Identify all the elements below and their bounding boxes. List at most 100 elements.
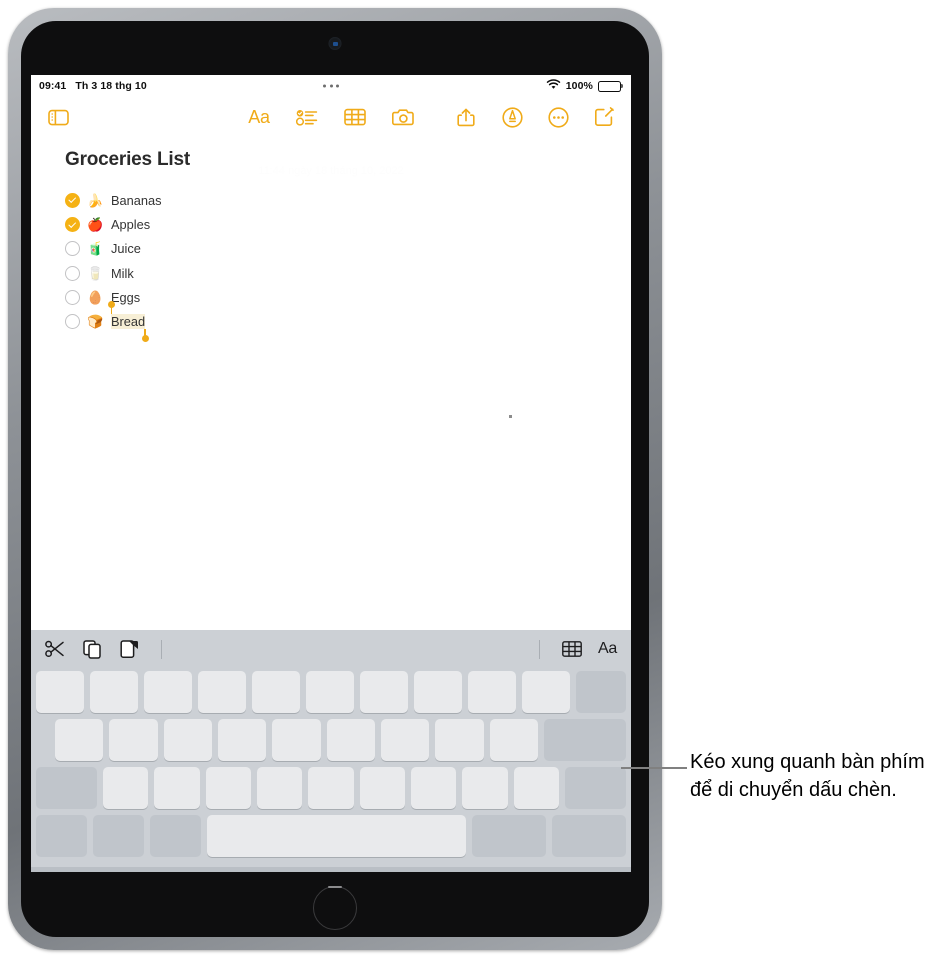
sidebar-toggle-icon[interactable] [43, 102, 73, 132]
markup-pen-icon[interactable] [497, 102, 527, 132]
key[interactable] [143, 671, 192, 713]
battery-icon [598, 80, 621, 92]
key[interactable] [36, 671, 84, 713]
key[interactable] [272, 719, 321, 761]
shortcut-bar-right-group: Aa [562, 641, 617, 657]
list-item[interactable]: 🍞 Bread [65, 300, 631, 342]
keyboard-bottom-bar [31, 867, 631, 872]
key[interactable] [305, 671, 354, 713]
keyboard-row-2 [36, 719, 626, 761]
selection-end-handle[interactable] [142, 334, 150, 342]
ipad-device-frame: 09:41 Th 3 18 thg 10 100% Aa 11:44 ngày … [8, 8, 662, 950]
juice-emoji-icon: 🧃 [87, 241, 104, 257]
note-content-area[interactable]: 11:44 ngày 18 tháng 10, 2022 Groceries L… [31, 137, 631, 632]
shift-left-key[interactable] [36, 767, 98, 809]
handoff-ellipsis-icon [323, 84, 339, 88]
status-bar-right: 100% [546, 79, 621, 93]
checkbox-bread[interactable] [65, 313, 80, 329]
key[interactable] [205, 767, 252, 809]
camera-icon[interactable] [388, 102, 418, 132]
checkbox-apples[interactable] [65, 217, 80, 233]
shortcut-bar-left-group [45, 639, 139, 659]
list-item[interactable]: 🧃 Juice [65, 239, 631, 258]
table-icon[interactable] [340, 102, 370, 132]
list-item-label: Eggs [111, 289, 141, 305]
space-key[interactable] [206, 815, 466, 857]
apple-emoji-icon: 🍎 [87, 217, 104, 233]
checkbox-milk[interactable] [65, 265, 80, 281]
checklist-icon[interactable] [292, 102, 322, 132]
emoji-key[interactable] [149, 815, 201, 857]
key[interactable] [257, 767, 303, 809]
callout-text: Kéo xung quanh bàn phím để di chuyển dấu… [690, 751, 925, 802]
keyboard-row-1 [36, 671, 627, 713]
table-icon[interactable] [562, 641, 582, 657]
key[interactable] [435, 719, 484, 761]
share-icon[interactable] [451, 102, 481, 132]
list-item[interactable]: 🍎 Apples [65, 215, 631, 234]
onscreen-keyboard[interactable]: Aa [31, 630, 631, 872]
key[interactable] [154, 767, 200, 809]
milk-emoji-icon: 🥛 [87, 265, 104, 281]
key[interactable] [410, 767, 457, 809]
selection-start-handle[interactable] [108, 300, 115, 308]
shortcut-divider-right [539, 639, 541, 659]
key[interactable] [197, 671, 246, 713]
checkbox-juice[interactable] [65, 241, 80, 257]
keyboard-format-aa-label[interactable]: Aa [598, 641, 617, 657]
keyboard-shortcut-bar: Aa [31, 630, 631, 668]
globe-key[interactable] [92, 815, 144, 857]
key[interactable] [251, 671, 300, 713]
key[interactable] [467, 671, 516, 713]
format-aa-button[interactable]: Aa [244, 102, 274, 132]
key[interactable] [109, 719, 158, 761]
paste-icon[interactable] [120, 639, 139, 659]
key[interactable] [103, 767, 149, 809]
compose-icon[interactable] [589, 102, 619, 132]
delete-key[interactable] [575, 671, 627, 713]
key[interactable] [308, 767, 354, 809]
status-date: Th 3 18 thg 10 [75, 80, 147, 92]
key[interactable] [380, 719, 430, 761]
return-key[interactable] [543, 719, 626, 761]
list-item-label: Bananas [111, 193, 162, 208]
shift-right-key[interactable] [564, 767, 626, 809]
numbers-right-key[interactable] [471, 815, 546, 857]
key[interactable] [413, 671, 462, 713]
key[interactable] [521, 671, 570, 713]
key[interactable] [89, 671, 138, 713]
key[interactable] [55, 719, 104, 761]
home-button[interactable] [313, 886, 357, 930]
status-time: 09:41 [39, 80, 67, 92]
list-item[interactable]: 🥛 Milk [65, 264, 631, 283]
list-item-label-selected[interactable]: Bread [108, 300, 150, 342]
copy-icon[interactable] [83, 639, 102, 659]
checklist: 🍌 Bananas 🍎 Apples 🧃 Juice 🥛 Milk 🥚 Eggs… [65, 191, 631, 342]
key[interactable] [513, 767, 559, 809]
scissors-cut-icon[interactable] [45, 640, 65, 658]
hide-keyboard-key[interactable] [551, 815, 626, 857]
list-item[interactable]: 🥚 Eggs [65, 288, 631, 307]
more-ellipsis-icon[interactable] [543, 102, 573, 132]
key[interactable] [217, 719, 267, 761]
shortcut-divider-left [161, 639, 162, 659]
key[interactable] [462, 767, 508, 809]
bread-emoji-icon: 🍞 [87, 313, 104, 329]
screenshot-root: 09:41 Th 3 18 thg 10 100% Aa 11:44 ngày … [0, 0, 936, 958]
checkbox-bananas[interactable] [65, 193, 80, 208]
format-aa-label: Aa [248, 107, 270, 127]
front-camera-icon [328, 37, 342, 50]
key[interactable] [359, 767, 405, 809]
wifi-icon [546, 79, 561, 93]
keyboard-row-4 [36, 815, 626, 857]
checkbox-eggs[interactable] [65, 289, 80, 305]
key[interactable] [163, 719, 212, 761]
key[interactable] [326, 719, 375, 761]
key[interactable] [489, 719, 538, 761]
list-item[interactable]: 🍌 Bananas [65, 191, 631, 210]
ipad-screen: 09:41 Th 3 18 thg 10 100% Aa 11:44 ngày … [31, 75, 631, 872]
status-bar: 09:41 Th 3 18 thg 10 100% [31, 75, 631, 97]
list-item-label: Apples [111, 217, 151, 233]
key[interactable] [359, 671, 408, 713]
numbers-key[interactable] [36, 815, 87, 857]
